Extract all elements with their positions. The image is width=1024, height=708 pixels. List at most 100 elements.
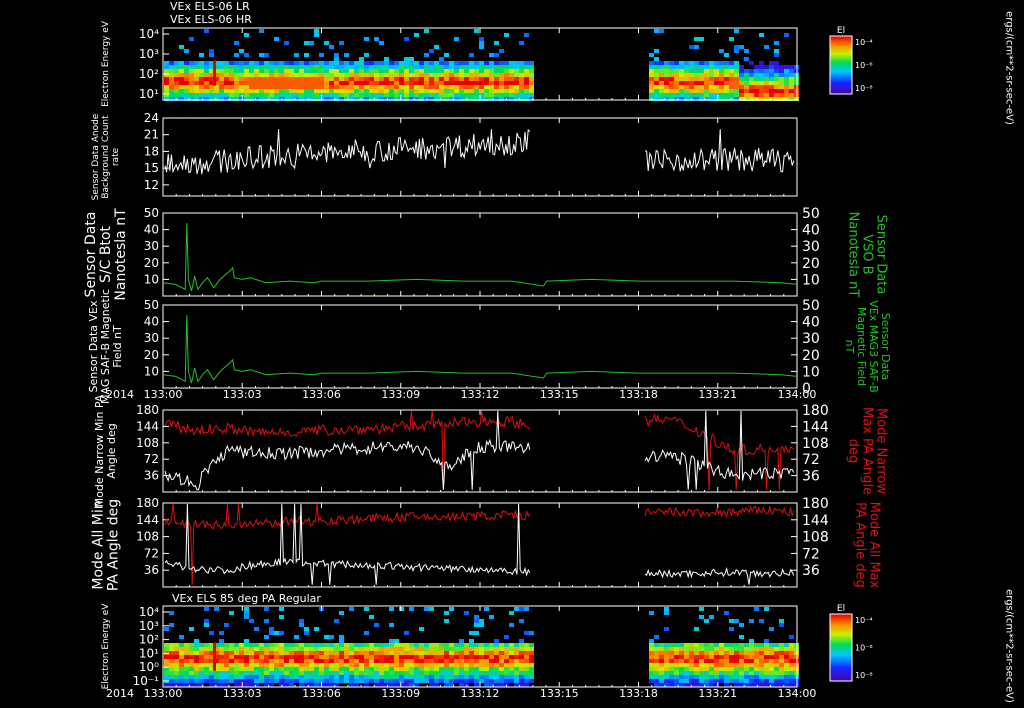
heatmap-cell: [384, 89, 389, 93]
heatmap-cell: [689, 73, 694, 77]
colorbar-band: [830, 77, 852, 78]
heatmap-cell: [269, 663, 274, 667]
heatmap-cell: [394, 679, 399, 683]
heatmap-cell: [469, 651, 474, 655]
heatmap-cell: [519, 643, 524, 647]
heatmap-cell: [429, 85, 434, 89]
colorbar-band: [830, 656, 852, 657]
heatmap-cell: [669, 671, 674, 675]
heatmap-cell: [419, 643, 424, 647]
heatmap-cell: [704, 81, 709, 85]
heatmap-cell: [204, 647, 209, 651]
heatmap-cell: [299, 655, 304, 659]
heatmap-cell: [504, 659, 509, 663]
heatmap-cell: [279, 647, 284, 651]
y-tick-label-1: 24: [144, 111, 159, 125]
heatmap-cell: [274, 655, 279, 659]
heatmap-cell: [409, 85, 414, 89]
heatmap-cell: [349, 61, 354, 65]
y-axis-label-6-line: Electron Energy eV: [101, 603, 111, 690]
heatmap-cell: [189, 93, 194, 97]
heatmap-cell: [769, 655, 774, 659]
heatmap-cell: [499, 77, 504, 81]
heatmap-cell: [454, 93, 459, 97]
heatmap-cell: [774, 675, 779, 679]
heatmap-cell: [244, 647, 249, 651]
heatmap-cell: [524, 89, 529, 93]
heatmap-cell: [364, 53, 369, 57]
heatmap-cell: [784, 89, 789, 93]
heatmap-cell: [294, 647, 299, 651]
heatmap-cell: [199, 77, 204, 81]
heatmap-cell: [234, 81, 239, 85]
heatmap-cell: [774, 93, 779, 97]
heatmap-cell: [664, 89, 669, 93]
heatmap-cell: [304, 41, 309, 45]
heatmap-cell: [484, 655, 489, 659]
heatmap-cell: [304, 659, 309, 663]
plot-canvas: VEx ELS-06 LR VEx ELS-06 HR El 10⁻⁴ 10⁻⁶ 10…: [0, 0, 1024, 708]
heatmap-cell: [454, 37, 459, 41]
y-tick-label-5: 144: [136, 513, 159, 527]
heatmap-cell: [699, 643, 704, 647]
heatmap-cell: [709, 85, 714, 89]
heatmap-cell: [314, 667, 319, 671]
heatmap-cell: [469, 643, 474, 647]
heatmap-cell: [269, 65, 274, 69]
heatmap-cell: [339, 667, 344, 671]
heatmap-cell: [264, 671, 269, 675]
heatmap-cell: [774, 69, 779, 73]
heatmap-cell: [434, 655, 439, 659]
heatmap-cell: [174, 667, 179, 671]
heatmap-cell: [744, 659, 749, 663]
heatmap-cell: [229, 77, 234, 81]
heatmap-cell: [359, 643, 364, 647]
colorbar-band: [830, 83, 852, 84]
heatmap-cell: [179, 663, 184, 667]
heatmap-cell: [164, 77, 169, 81]
heatmap-cell: [269, 683, 274, 687]
heatmap-cell: [664, 81, 669, 85]
heatmap-cell: [349, 77, 354, 81]
colorbar-band: [830, 659, 852, 660]
heatmap-cell: [689, 85, 694, 89]
heatmap-cell: [324, 655, 329, 659]
heatmap-cell: [449, 69, 454, 73]
heatmap-cell: [474, 679, 479, 683]
heatmap-cell: [444, 65, 449, 69]
heatmap-cell: [494, 65, 499, 69]
heatmap-cell: [744, 679, 749, 683]
heatmap-cell: [359, 85, 364, 89]
heatmap-cell: [184, 643, 189, 647]
heatmap-cell: [474, 643, 479, 647]
heatmap-cell: [339, 647, 344, 651]
colorbar-band: [830, 653, 852, 654]
heatmap-cell: [319, 53, 324, 57]
heatmap-cell: [684, 659, 689, 663]
heatmap-cell: [739, 623, 744, 627]
y-axis-label-1-line: Sensor Data Anode: [91, 113, 101, 200]
heatmap-cell: [474, 81, 479, 85]
heatmap-cell: [664, 77, 669, 81]
heatmap-cell: [174, 81, 179, 85]
colorbar-band: [830, 637, 852, 638]
heatmap-cell: [239, 655, 244, 659]
heatmap-cell: [469, 671, 474, 675]
heatmap-cell: [529, 65, 534, 69]
heatmap-cell: [224, 85, 229, 89]
heatmap-cell: [359, 61, 364, 65]
heatmap-cell: [384, 679, 389, 683]
heatmap-cell: [474, 73, 479, 77]
heatmap-cell: [709, 77, 714, 81]
heatmap-cell: [494, 659, 499, 663]
heatmap-cell: [414, 65, 419, 69]
heatmap-cell: [724, 81, 729, 85]
heatmap-cell: [169, 69, 174, 73]
heatmap-cell: [499, 675, 504, 679]
heatmap-cell: [359, 667, 364, 671]
colorbar-band: [830, 646, 852, 647]
heatmap-cell: [739, 663, 744, 667]
heatmap-cell: [224, 675, 229, 679]
heatmap-cell: [499, 655, 504, 659]
heatmap-cell: [179, 667, 184, 671]
